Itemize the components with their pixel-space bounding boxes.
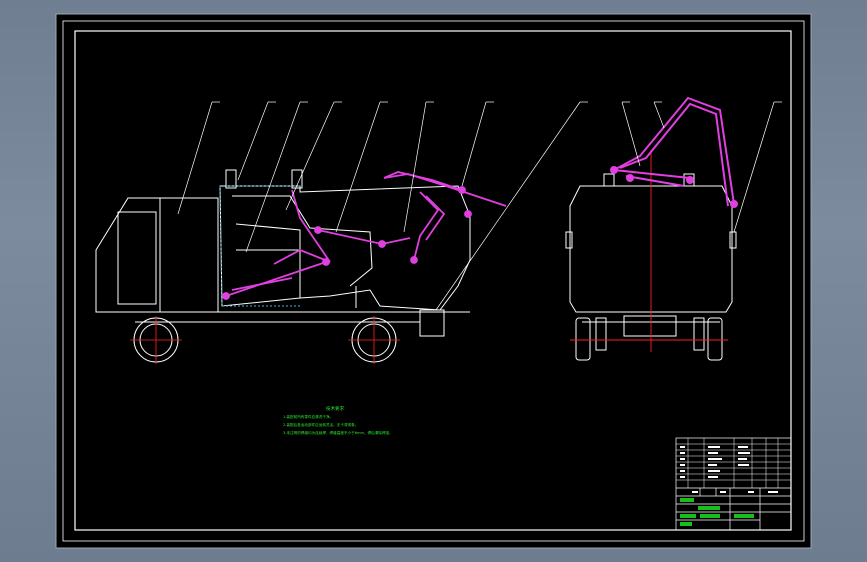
notes-line-1: 1.装配前所有零件应清洗干净。 (283, 414, 333, 419)
cad-drawing-canvas: 技术要求 1.装配前所有零件应清洗干净。 2.装配后各运动部件应运转灵活，无卡滞… (55, 13, 812, 549)
notes-line-2: 2.装配后各运动部件应运转灵活，无卡滞现象。 (283, 422, 358, 427)
notes-title: 技术要求 (326, 405, 344, 412)
notes-line-3: 3.未注明的焊缝均为连续焊，焊缝高度不小于6mm，焊后清除焊渣。 (283, 430, 393, 435)
